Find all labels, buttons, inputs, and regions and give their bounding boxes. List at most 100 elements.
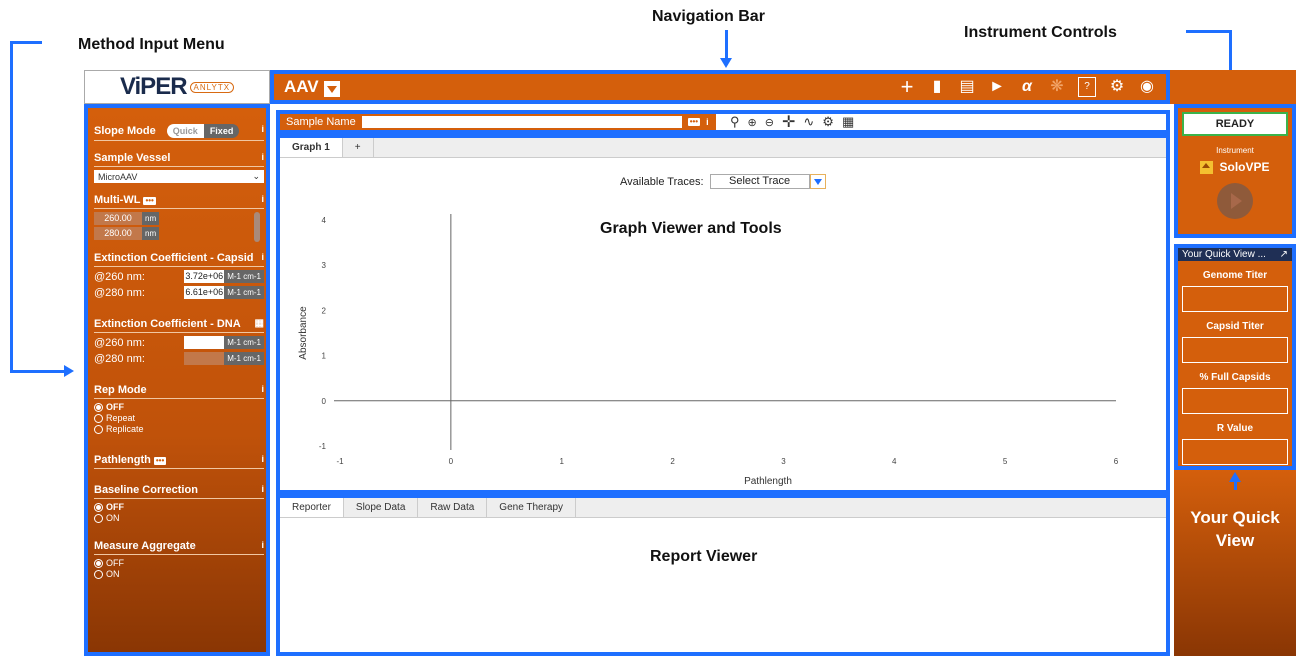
calculator-icon[interactable]: ▦ [255, 318, 264, 330]
rep-mode-repeat-option[interactable]: Repeat [94, 413, 264, 423]
help-icon[interactable]: ? [1078, 77, 1096, 97]
info-icon[interactable]: i [261, 194, 264, 206]
coef-label: @280 nm: [94, 352, 145, 365]
pathlength-title: Pathlength ••• i [94, 454, 264, 469]
folder-icon[interactable]: ▮ [928, 78, 946, 96]
slope-mode-toggle[interactable]: Quick Fixed [166, 124, 240, 138]
export-icon[interactable]: ► [988, 78, 1006, 96]
wavelength-scrollbar[interactable] [254, 212, 260, 242]
option-label: OFF [106, 402, 124, 412]
x-tick-label: 6 [1114, 457, 1119, 466]
aggregate-off-option[interactable]: OFF [94, 558, 264, 568]
ext-dna-label: Extinction Coefficient - DNA [94, 318, 241, 330]
info-icon[interactable]: i [261, 152, 264, 164]
wavelength-input[interactable]: 280.00 [94, 227, 142, 240]
pathlength-section: Pathlength ••• i [94, 454, 264, 472]
user-icon[interactable]: ◉ [1138, 78, 1156, 96]
slope-fixed-option[interactable]: Fixed [203, 124, 240, 138]
info-icon[interactable]: i [261, 252, 264, 264]
tab-raw-data[interactable]: Raw Data [418, 498, 488, 517]
rep-mode-replicate-option[interactable]: Replicate [94, 424, 264, 434]
navigation-bar: AAV + ▮ ▤ ► α ❋ ? ⚙ ◉ [270, 70, 1170, 104]
coef-label: @260 nm: [94, 270, 145, 283]
plus-icon[interactable]: + [898, 76, 916, 98]
info-icon[interactable]: i [261, 124, 264, 138]
callout-navigation-bar: Navigation Bar [652, 8, 765, 25]
callout-instrument-controls: Instrument Controls [964, 24, 1117, 41]
radio-selected-icon [94, 558, 103, 568]
lamp-icon[interactable]: ❋ [1048, 78, 1066, 96]
instrument-controls: READY Instrument SoloVPE [1174, 104, 1296, 238]
tab-gene-therapy[interactable]: Gene Therapy [487, 498, 577, 517]
radio-selected-icon [94, 402, 103, 412]
coef-input[interactable] [184, 336, 225, 349]
multi-wl-section: Multi-WL ••• i 260.00 nm 280.00 nm [94, 194, 264, 242]
callout-arrow [64, 365, 74, 377]
analyze-icon[interactable]: α [1018, 78, 1036, 96]
gear-icon[interactable]: ⚙ [1108, 78, 1126, 96]
tab-slope-data[interactable]: Slope Data [344, 498, 419, 517]
more-icon[interactable]: ••• [143, 197, 156, 205]
callout-line [1234, 480, 1237, 490]
settings-icon[interactable]: ⚙ [822, 114, 834, 130]
zoom-reset-icon[interactable]: ⚲ [730, 114, 740, 130]
coef-unit: M-1 cm-1 [224, 270, 264, 283]
chevron-down-icon: ⌄ [252, 171, 260, 181]
coef-input[interactable]: 6.61e+06 [184, 286, 225, 299]
x-tick-label: 2 [670, 457, 675, 466]
trace-icon[interactable]: ∿ [803, 114, 814, 130]
baseline-on-option[interactable]: ON [94, 513, 264, 523]
info-icon[interactable]: i [706, 117, 709, 127]
rep-mode-off-option[interactable]: OFF [94, 402, 264, 412]
wavelength-input[interactable]: 260.00 [94, 212, 142, 225]
table-icon[interactable]: ▦ [842, 114, 854, 130]
r-value-field [1182, 439, 1288, 465]
more-icon[interactable]: ••• [687, 118, 701, 126]
info-icon[interactable]: i [261, 454, 264, 466]
sample-vessel-value: MicroAAV [98, 171, 138, 182]
r-value-label: R Value [1216, 423, 1254, 434]
tab-graph-1[interactable]: Graph 1 [280, 138, 343, 157]
radio-icon [94, 569, 103, 579]
callout-report-viewer: Report Viewer [650, 548, 758, 565]
zoom-in-icon[interactable]: ⊕ [748, 116, 757, 129]
x-axis-label: Pathlength [744, 476, 792, 487]
tab-add-graph[interactable]: + [343, 138, 374, 157]
instrument-selector[interactable]: SoloVPE [1178, 160, 1292, 174]
coef-input[interactable] [184, 352, 225, 365]
slope-mode-section: Slope Mode Quick Fixed i [94, 124, 264, 144]
aggregate-section: Measure Aggregate i OFF ON [94, 540, 264, 580]
rep-mode-label: Rep Mode [94, 384, 147, 396]
x-tick-label: 1 [559, 457, 564, 466]
more-icon[interactable]: ••• [153, 457, 167, 465]
project-dropdown-button[interactable] [323, 81, 340, 97]
baseline-section: Baseline Correction i OFF ON [94, 484, 264, 524]
expand-icon[interactable]: ↗ [1280, 249, 1288, 260]
nav-right-fill [1170, 70, 1296, 104]
coef-input[interactable]: 3.72e+06 [184, 270, 225, 283]
y-tick-label: 1 [322, 352, 327, 361]
sample-name-input[interactable] [361, 116, 682, 128]
coef-row: @280 nm: M-1 cm-1 [94, 352, 264, 365]
pan-icon[interactable]: ✛ [782, 112, 795, 132]
save-icon[interactable]: ▤ [958, 78, 976, 96]
zoom-out-icon[interactable]: ⊖ [765, 116, 774, 129]
project-name: AAV [284, 77, 319, 96]
baseline-off-option[interactable]: OFF [94, 502, 264, 512]
logo-text: ViPER [119, 73, 188, 100]
home-icon [1200, 160, 1214, 174]
slope-quick-option[interactable]: Quick [166, 124, 204, 138]
aggregate-on-option[interactable]: ON [94, 569, 264, 579]
aggregate-title: Measure Aggregate i [94, 540, 264, 555]
report-viewer: Reporter Slope Data Raw Data Gene Therap… [276, 494, 1170, 656]
info-icon[interactable]: i [261, 384, 264, 396]
radio-icon [94, 424, 103, 434]
run-button[interactable] [1217, 183, 1253, 219]
info-icon[interactable]: i [261, 540, 264, 552]
tab-reporter[interactable]: Reporter [280, 498, 344, 517]
info-icon[interactable]: i [261, 484, 264, 496]
option-label: Replicate [106, 424, 144, 434]
option-label: ON [106, 513, 120, 523]
graph-plot[interactable]: -1 0 1 2 3 4 5 6 -1 0 1 2 3 4 Pathlength Absorbance [280, 158, 1166, 490]
sample-vessel-select[interactable]: MicroAAV ⌄ [94, 170, 264, 183]
